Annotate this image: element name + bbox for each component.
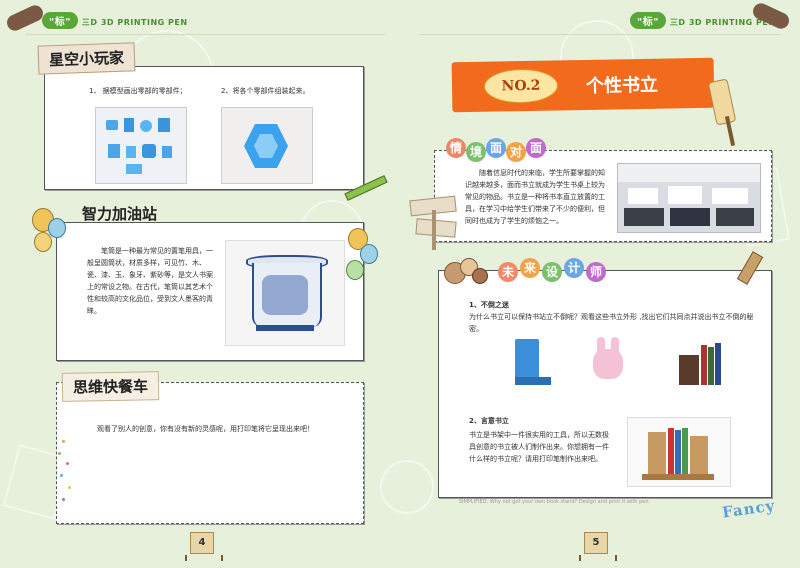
paint-roller-icon [707,78,737,126]
balloon-icon [48,218,66,238]
tag-scenario-2: 境 [466,142,486,162]
hand-decoration [4,2,46,34]
decor-dot [66,462,69,465]
signpost-board [415,218,457,238]
balloon-icon [360,244,378,264]
decor-dot [62,498,65,501]
assembled-photo [221,107,313,184]
step-2-text: 2、将各个零部件组装起来。 [221,87,310,95]
tag-designer-1: 未 [498,262,518,282]
header-brand-left: "标" 三D 3D PRINTING PEN [42,12,188,29]
question-2-text: 书立是书架中一件很实用的工具，所以无数极具创意的书立被人们制作出来。你想拥有一件… [469,431,609,463]
header-rule [420,34,780,35]
step-1-text: 1、 据模型画出零部的零部件； [89,87,187,95]
scenario-text: 随着信息时代的来临，学生所要掌握的知识越来越多，面而书立就成为学生书桌上较为常见… [465,169,605,225]
bookend-giraffe-photo [671,335,731,393]
pen-holder-text: 笔筒是一种最为常见的置笔用具，一般呈圆筒状，材质多样，可见竹、木、瓷、漆、玉、象… [87,247,213,315]
tag-designer-2: 来 [520,258,540,278]
section-card-scenario: 随着信息时代的来临，学生所要掌握的知识越来越多，面而书立就成为学生书桌上较为常见… [434,150,772,242]
parts-photo [95,107,187,184]
bookend-blue-photo [499,335,563,393]
section-card-stellar: 1、 据模型画出零部的零部件； 2、将各个零部件组装起来。 [44,66,364,190]
tag-designer-5: 师 [586,262,606,282]
banner-number: NO.2 [483,68,559,104]
balloon-icon [34,232,52,252]
decor-dot [58,452,61,455]
section-card-brain: 笔筒是一种最为常见的置笔用具，一般呈圆筒状，材质多样，可见竹、木、瓷、漆、玉、象… [56,222,364,361]
fancy-logo: Fancy [721,496,777,522]
tag-scenario-5: 面 [526,138,546,158]
page-number-right: 5 [579,532,617,561]
tag-scenario-1: 情 [446,138,466,158]
section-card-designer: 1、不倒之迷 为什么书立可以保持书站立不倒呢？观看这些书立外形 ,找出它们共同点… [438,270,772,505]
banner-title: 个性书立 [585,74,659,97]
decor-dot [68,486,71,489]
wooden-bookend-photo [627,417,731,487]
background-doodle [380,460,434,514]
decor-dot [62,440,65,443]
question-1-title: 1、不倒之迷 [469,301,509,309]
footer-note: SIMPLIFIED. Why not get your own book st… [459,499,651,505]
section-title-stellar: 星空小玩家 [37,42,136,75]
decor-dot [60,474,63,477]
tag-designer-4: 计 [564,258,584,278]
banner: NO.2 个性书立 [451,57,715,113]
section-title-thinking: 思维快餐车 [61,371,160,402]
section-card-thinking: 观看了别人的创意，你有没有新的灵感呢，用打印笔将它呈现出来吧！ [56,382,364,524]
balloon-icon [346,260,364,280]
bookend-rabbit-photo [579,335,643,393]
porcelain-brush-pot-photo [225,240,345,346]
tag-scenario-3: 面 [486,138,506,158]
page-number-left: 4 [185,532,223,561]
tag-scenario-4: 对 [506,142,526,162]
question-2-title: 2、言意书立 [469,417,509,425]
classroom-photo [617,163,761,233]
question-1-text: 为什么书立可以保持书站立不倒呢？观看这些书立外形 ,找出它们共同点并说出书立不倒… [469,313,754,333]
thinking-text: 观看了别人的创意，你有没有新的灵感呢，用打印笔将它呈现出来吧！ [97,425,314,433]
button-decoration [472,268,488,284]
header-rule [25,34,385,35]
signpost-pole [432,210,436,250]
tag-designer-3: 设 [542,262,562,282]
section-title-brain: 智力加油站 [82,205,158,223]
